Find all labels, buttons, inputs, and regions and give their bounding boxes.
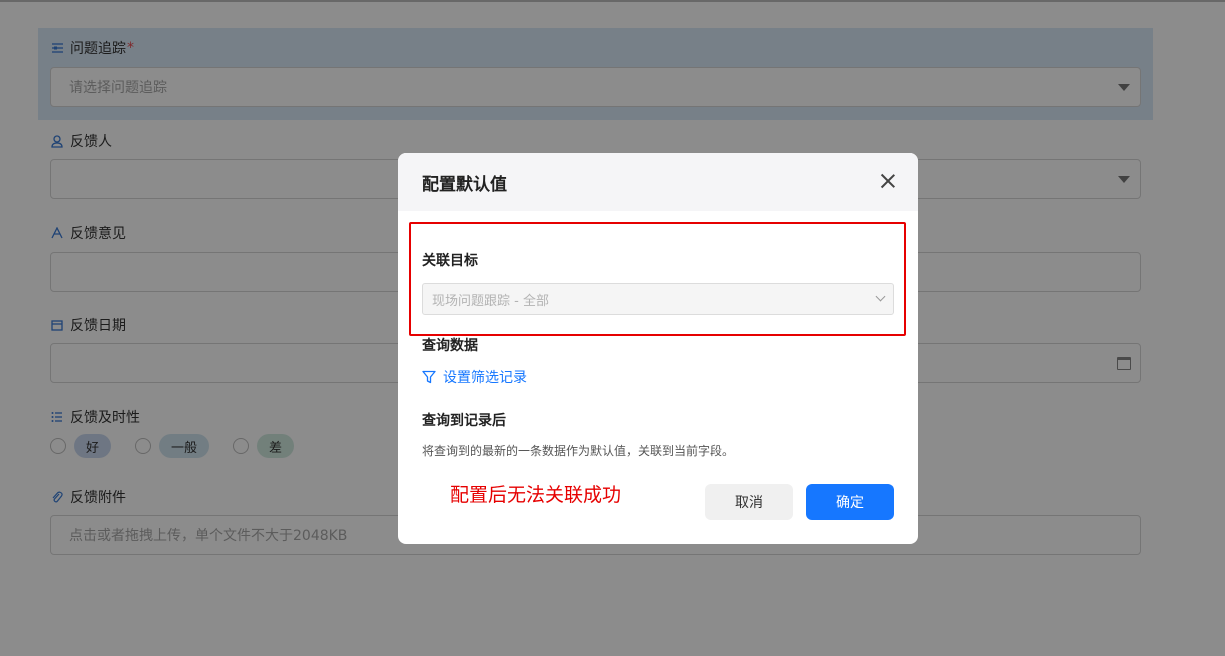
after-query-description: 将查询到的最新的一条数据作为默认值，关联到当前字段。 bbox=[422, 444, 735, 458]
modal-header: 配置默认值 bbox=[398, 153, 918, 211]
annotation-text: 配置后无法关联成功 bbox=[450, 484, 622, 506]
close-icon[interactable] bbox=[880, 173, 896, 189]
modal-title: 配置默认值 bbox=[422, 174, 507, 195]
annotation-highlight-box bbox=[409, 222, 906, 336]
confirm-button[interactable]: 确定 bbox=[806, 484, 894, 520]
after-query-title: 查询到记录后 bbox=[422, 413, 506, 429]
filter-icon bbox=[422, 370, 436, 384]
set-filter-link[interactable]: 设置筛选记录 bbox=[422, 367, 527, 387]
set-filter-label: 设置筛选记录 bbox=[443, 370, 527, 386]
cancel-button[interactable]: 取消 bbox=[705, 484, 793, 520]
config-default-value-modal: 配置默认值 关联目标 现场问题跟踪 - 全部 查询数据 设置筛选记录 查询到记录… bbox=[398, 153, 918, 544]
query-data-title: 查询数据 bbox=[422, 338, 478, 354]
